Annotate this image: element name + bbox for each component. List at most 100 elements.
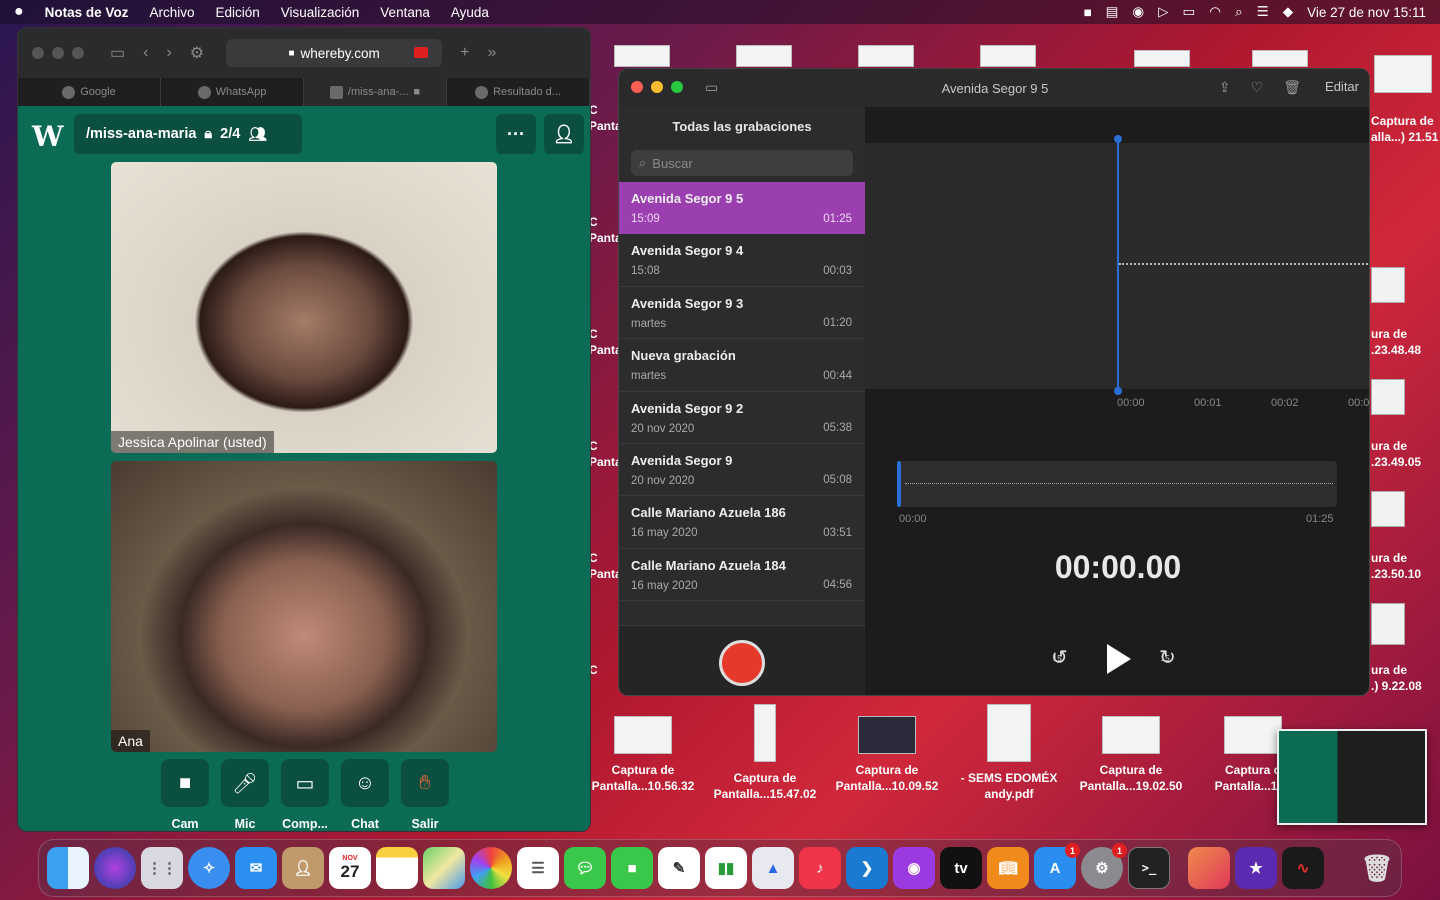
camera-in-use-icon[interactable] (414, 47, 429, 58)
recording-item[interactable]: Avenida Segor 9 4 15:08 00:03 (619, 234, 865, 287)
recording-item[interactable]: Avenida Segor 9 2 20 nov 2020 05:38 (619, 392, 865, 444)
desktop-thumb[interactable] (1134, 50, 1190, 67)
desktop-file-icon[interactable]: Captura de Pantalla...15.47.02 (709, 704, 821, 802)
launchpad-icon[interactable]: ⋮⋮ (141, 847, 183, 889)
cam-button[interactable]: ■ Cam (161, 759, 209, 831)
desktop-icon-label[interactable]: ura de .23.49.05 (1371, 438, 1421, 470)
desktop-thumb[interactable] (1252, 50, 1308, 67)
scrubber-handle[interactable] (897, 461, 901, 507)
forward-icon[interactable]: › (166, 44, 171, 62)
desktop-file-icon[interactable]: Captura de Pantalla...10.56.32 (587, 716, 699, 794)
calendar-icon[interactable]: NOV 27 (329, 847, 371, 889)
desktop-thumb[interactable] (1371, 491, 1405, 527)
zoom-button[interactable] (72, 47, 84, 59)
search-field[interactable]: ⌕ Buscar (631, 150, 853, 176)
new-tab-icon[interactable]: + (460, 44, 469, 62)
desktop-file-icon[interactable]: - SEMS EDOMÉX andy.pdf (953, 704, 1065, 802)
appletv-icon[interactable]: tv (940, 847, 982, 889)
contacts-icon[interactable]: 👤︎ (282, 847, 324, 889)
mic-button[interactable]: 🎤︎ Mic (221, 759, 269, 831)
trash-icon[interactable]: 🗑︎ (1356, 847, 1398, 889)
battery-icon[interactable]: ▭ (1183, 4, 1196, 20)
share-screen-button[interactable]: ▭ Comp... (281, 759, 329, 831)
settings-icon[interactable]: ⚙ (190, 43, 204, 63)
playhead[interactable] (1114, 135, 1122, 395)
skip-back-15-icon[interactable]: ↺15 (1051, 645, 1077, 670)
desktop-thumb[interactable] (858, 45, 914, 67)
menu-ayuda[interactable]: Ayuda (451, 5, 489, 20)
participant-video[interactable]: Ana (111, 461, 497, 752)
apple-menu-icon[interactable]: ● (14, 3, 24, 21)
vscode-icon[interactable]: ❯ (846, 847, 888, 889)
safari-icon[interactable]: ✧ (188, 847, 230, 889)
more-options-button[interactable]: ··· (496, 114, 536, 154)
desktop-thumb[interactable] (1371, 379, 1405, 415)
tab-resultado[interactable]: Resultado d... (447, 78, 590, 106)
recording-item[interactable]: Calle Mariano Azuela 186 16 may 2020 03:51 (619, 496, 865, 549)
maps-icon[interactable] (423, 847, 465, 889)
people-panel-button[interactable]: 👤︎ (544, 114, 584, 154)
close-button[interactable] (32, 47, 44, 59)
menu-clock[interactable]: Vie 27 de nov 15:11 (1307, 5, 1426, 20)
mail-icon[interactable]: ✉ (235, 847, 277, 889)
photos-icon[interactable] (470, 847, 512, 889)
desktop-icon-label[interactable]: Captura de alla...) 21.51 (1371, 113, 1438, 145)
spotlight-icon[interactable]: ⌕ (1235, 4, 1243, 20)
close-button[interactable] (631, 81, 643, 93)
desktop-icon-label[interactable]: ura de .23.48.48 (1371, 326, 1421, 358)
trash-icon[interactable]: 🗑︎ (1283, 79, 1301, 96)
room-info[interactable]: /miss-ana-maria 🔒︎ 2/4 👥︎ (74, 114, 302, 154)
menu-visualizacion[interactable]: Visualización (281, 5, 360, 20)
recording-item[interactable]: Avenida Segor 9 3 martes 01:20 (619, 287, 865, 340)
screenshot-preview-thumbnail[interactable] (1277, 729, 1427, 825)
menu-edicion[interactable]: Edición (215, 5, 259, 20)
recording-item[interactable]: Calle Mariano Azuela 184 16 may 2020 04:56 (619, 549, 865, 602)
music-icon[interactable]: ♪ (799, 847, 841, 889)
reminders-icon[interactable]: ☰ (517, 847, 559, 889)
wifi-icon[interactable]: ◠ (1209, 4, 1221, 20)
desktop-file-icon[interactable]: Captura de Pantalla...10.09.52 (831, 716, 943, 794)
freeform-icon[interactable]: ✎ (658, 847, 700, 889)
skip-forward-15-icon[interactable]: ↻15 (1159, 645, 1185, 670)
docker-icon[interactable]: ▤ (1106, 4, 1119, 20)
desktop-file-icon[interactable]: Captura de Pantalla...19.02.50 (1075, 716, 1187, 794)
finder-icon[interactable] (47, 847, 89, 889)
address-bar[interactable]: ■ whereby.com (226, 39, 443, 67)
control-center-icon[interactable]: ☰ (1257, 4, 1269, 20)
podcasts-icon[interactable]: ◉ (893, 847, 935, 889)
leave-button[interactable]: ✋︎ Salir (401, 759, 449, 831)
recording-item[interactable]: Avenida Segor 9 20 nov 2020 05:08 (619, 444, 865, 497)
overview-scrubber[interactable] (897, 461, 1337, 507)
recording-item[interactable]: Nueva grabación martes 00:44 (619, 339, 865, 392)
play-button[interactable] (1107, 644, 1131, 674)
camera-status-icon[interactable]: ■ (1083, 5, 1091, 20)
books-icon[interactable]: 📖︎ (987, 847, 1029, 889)
imovie-icon[interactable]: ★ (1235, 847, 1277, 889)
voice-memos-icon[interactable]: ∿ (1282, 847, 1324, 889)
desktop-thumb[interactable] (980, 45, 1036, 67)
share-icon[interactable]: ⇪ (1219, 79, 1231, 96)
menu-ventana[interactable]: Ventana (380, 5, 430, 20)
siri-icon[interactable]: ◆ (1283, 4, 1293, 20)
tab-whereby[interactable]: /miss-ana-... ■ (304, 78, 447, 106)
screen-record-icon[interactable]: ◉ (1132, 4, 1144, 20)
sidebar-toggle-icon[interactable]: ▭ (705, 79, 718, 96)
minimize-button[interactable] (52, 47, 64, 59)
appstore-icon[interactable]: A1 (1034, 843, 1080, 889)
keynote-icon[interactable]: ▲ (752, 847, 794, 889)
notes-icon[interactable] (376, 847, 418, 889)
siri-icon[interactable] (94, 847, 136, 889)
chat-button[interactable]: ☺ Chat (341, 759, 389, 831)
menu-app-name[interactable]: Notas de Voz (45, 5, 129, 20)
facetime-icon[interactable]: ■ (611, 847, 653, 889)
more-tabs-icon[interactable]: » (487, 44, 496, 62)
desktop-thumb[interactable] (614, 45, 670, 67)
desktop-thumb[interactable] (1371, 603, 1405, 645)
back-icon[interactable]: ‹ (143, 44, 148, 62)
sidebar-icon[interactable]: ▭ (110, 43, 125, 63)
numbers-icon[interactable]: ▮▮ (705, 847, 747, 889)
play-status-icon[interactable]: ▷ (1158, 4, 1168, 20)
desktop-thumb[interactable] (736, 45, 792, 67)
tab-whatsapp[interactable]: WhatsApp (161, 78, 304, 106)
recording-item[interactable]: Avenida Segor 9 5 15:09 01:25 (619, 182, 865, 235)
